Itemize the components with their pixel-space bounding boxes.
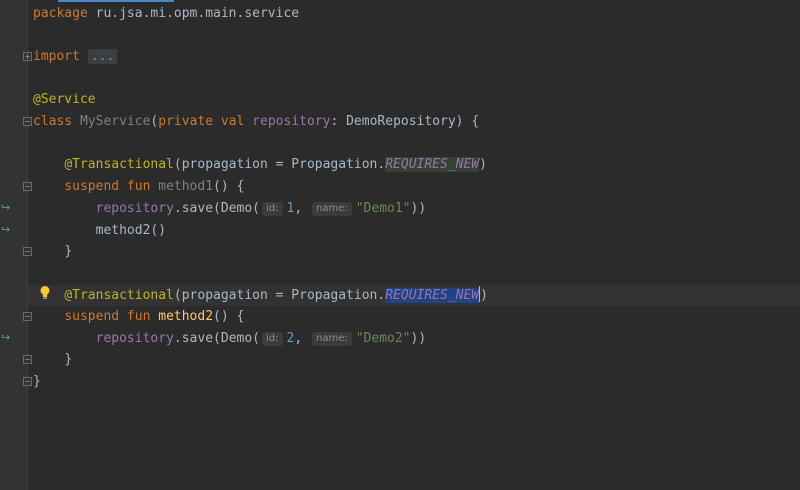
fold-icon[interactable]: − bbox=[23, 312, 32, 321]
fold-icon[interactable]: + bbox=[23, 52, 32, 61]
expression: (propagation = Propagation. bbox=[173, 157, 386, 172]
keyword: import bbox=[33, 49, 80, 64]
fold-icon[interactable]: − bbox=[23, 182, 32, 191]
suspend-call-icon[interactable]: ↪ bbox=[1, 202, 13, 214]
keyword: fun bbox=[119, 309, 151, 324]
code-line-method1-declaration: suspend fun method1() { bbox=[33, 176, 244, 197]
type-name: : DemoRepository) { bbox=[330, 114, 480, 129]
class-name: MyService bbox=[72, 114, 151, 129]
folded-imports[interactable]: ... bbox=[87, 49, 118, 64]
punctuation: )) bbox=[410, 201, 427, 216]
function-name: method2 bbox=[150, 309, 214, 324]
package-name: ru.jsa.mi.opm.main.service bbox=[87, 6, 300, 21]
fold-icon[interactable]: − bbox=[23, 355, 32, 364]
code-line-method2-close: } bbox=[33, 349, 72, 370]
property-name: repository bbox=[244, 114, 331, 129]
property-name: repository bbox=[95, 201, 174, 216]
code-line-method1-close: } bbox=[33, 241, 72, 262]
keyword: class bbox=[33, 114, 73, 129]
keyword: suspend bbox=[64, 179, 120, 194]
annotation: @Transactional bbox=[64, 288, 174, 303]
code-line-save-demo1: repository.save(Demo(id: 1, name: "Demo1")… bbox=[33, 198, 426, 219]
selected-enum-constant[interactable]: REQUIRES_NEW bbox=[385, 288, 480, 303]
annotation: @Transactional bbox=[64, 157, 174, 172]
punctuation: } bbox=[64, 244, 73, 259]
parameter-hint: id: bbox=[262, 332, 283, 346]
punctuation: , bbox=[294, 331, 303, 346]
code-line-class-close: } bbox=[33, 371, 41, 392]
punctuation: } bbox=[64, 352, 73, 367]
punctuation: } bbox=[33, 374, 41, 389]
fold-icon[interactable]: − bbox=[23, 117, 32, 126]
suspend-call-icon[interactable]: ↪ bbox=[1, 332, 13, 344]
punctuation: ) bbox=[479, 157, 487, 172]
punctuation: , bbox=[294, 201, 303, 216]
code-line-class-declaration: class MyService(private val repository: … bbox=[33, 111, 479, 132]
code-line-service-annotation: @Service bbox=[33, 89, 96, 110]
keyword: suspend bbox=[64, 309, 120, 324]
editor-gutter bbox=[0, 0, 28, 490]
code-line-save-demo2: repository.save(Demo(id: 2, name: "Demo2")… bbox=[33, 328, 426, 349]
keyword: val bbox=[213, 114, 245, 129]
annotation: @Service bbox=[33, 92, 96, 107]
parameter-hint: id: bbox=[262, 202, 283, 216]
code-line-import: import ... bbox=[33, 46, 118, 67]
call-expression: .save(Demo( bbox=[173, 201, 260, 216]
code-line-method2-call: method2() bbox=[33, 220, 166, 241]
code-line-method2-declaration: suspend fun method2() { bbox=[33, 306, 244, 327]
fold-icon[interactable]: − bbox=[23, 377, 32, 386]
punctuation: )) bbox=[410, 331, 427, 346]
code-line-annotation-2: @Transactional(propagation = Propagation… bbox=[33, 285, 488, 306]
call-expression: method2() bbox=[95, 223, 167, 238]
keyword: package bbox=[33, 6, 88, 21]
keyword: fun bbox=[119, 179, 151, 194]
parameter-hint: name: bbox=[311, 332, 352, 346]
fold-icon[interactable]: − bbox=[23, 247, 32, 256]
active-tab-indicator bbox=[58, 0, 174, 2]
punctuation: () { bbox=[213, 309, 245, 324]
enum-constant: REQUIRES_NEW bbox=[385, 157, 480, 172]
suspend-call-icon[interactable]: ↪ bbox=[1, 224, 13, 236]
expression: (propagation = Propagation. bbox=[173, 288, 386, 303]
function-name: method1 bbox=[150, 179, 214, 194]
string-literal: "Demo1" bbox=[355, 201, 411, 216]
property-name: repository bbox=[95, 331, 174, 346]
keyword: private bbox=[158, 114, 214, 129]
code-line-annotation-1: @Transactional(propagation = Propagation… bbox=[33, 154, 487, 175]
punctuation: ) bbox=[480, 288, 488, 303]
code-line-package: package ru.jsa.mi.opm.main.service bbox=[33, 3, 299, 24]
call-expression: .save(Demo( bbox=[173, 331, 260, 346]
string-literal: "Demo2" bbox=[355, 331, 411, 346]
parameter-hint: name: bbox=[311, 202, 352, 216]
punctuation: () { bbox=[213, 179, 245, 194]
